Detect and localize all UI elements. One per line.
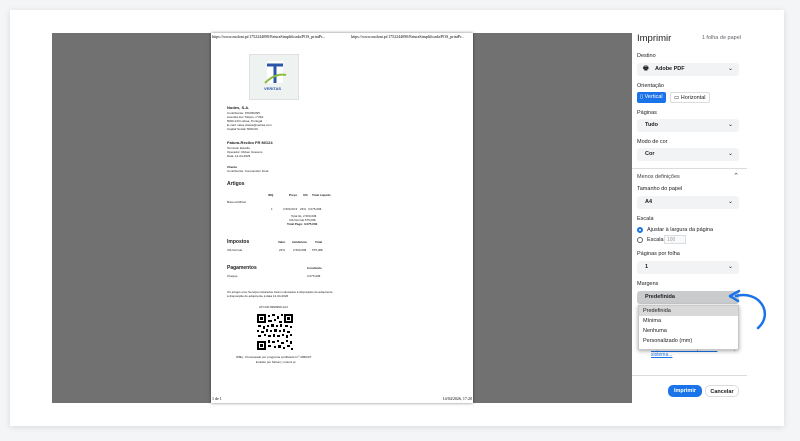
chevron-down-icon: ⌄ — [727, 122, 733, 128]
print-title: Imprimir — [637, 33, 672, 44]
pagamentos-title: Pagamentos — [227, 265, 257, 271]
sheet-count: 1 folha de papel — [701, 35, 741, 41]
escala-custom-label: Escala — [647, 237, 664, 243]
margens-select[interactable]: Predefinida ⌄ — [637, 291, 739, 304]
paginas-select[interactable]: Tudo ⌄ — [637, 119, 739, 132]
impostos-row-value: 2.500,00€ — [293, 248, 307, 252]
escala-input[interactable]: 100 — [664, 235, 686, 244]
tamanho-value: A4 — [645, 199, 653, 205]
margens-dropdown-list: Predefinida Mínima Nenhuma Personalizado… — [638, 305, 739, 350]
margens-option-minima[interactable]: Mínima — [639, 316, 738, 326]
artigos-header: Preço — [289, 193, 298, 197]
ppf-select[interactable]: 1 ⌄ — [637, 261, 739, 274]
margens-label: Margens — [637, 281, 659, 287]
chevron-down-icon: ⌄ — [727, 151, 733, 157]
escala-fit-label: Ajustar à largura da página — [647, 227, 714, 233]
margens-option-predefinida[interactable]: Predefinida — [639, 306, 738, 316]
printer-icon: 🖶 — [643, 66, 649, 72]
destino-select[interactable]: 🖶 Adobe PDF ⌄ — [637, 63, 739, 76]
artigos-header: IDQ — [268, 193, 274, 197]
qr-code — [256, 313, 294, 351]
margens-option-nenhuma[interactable]: Nenhuma — [639, 326, 738, 336]
impostos-title: Impostos — [227, 239, 250, 245]
page-header-url-right: https://www.moloni.pt/1752244090/FaturaS… — [351, 34, 465, 39]
issuer-line: Emitido por Moloni | moloni.pt — [256, 360, 296, 364]
artigo-value: 2.500,00 € — [283, 207, 298, 211]
horizontal-label: Horizontal — [680, 95, 706, 101]
escala-label: Escala — [637, 216, 654, 222]
tamanho-select[interactable]: A4 ⌄ — [637, 196, 739, 209]
chevron-down-icon: ⌄ — [727, 264, 733, 270]
certification-line: W8kj - Processado por programa certifica… — [236, 355, 312, 359]
impostos-header: Valor — [278, 240, 286, 244]
menos-definicoes-toggle[interactable]: Menos definições — [637, 174, 680, 180]
page-footer-date: 14/04/2026, 17:20 — [442, 396, 472, 401]
pagamento-row-name: Cheque — [227, 274, 238, 278]
artigo-value: 23% — [300, 207, 307, 211]
artigos-title: Artigos — [227, 181, 245, 187]
ppf-label: Páginas por folha — [637, 251, 680, 257]
impostos-row-name: IVA Normal — [227, 248, 242, 252]
portrait-page-icon: ▯ — [640, 94, 644, 100]
preview-page: https://www.moloni.pt/1752244090/FaturaS… — [211, 33, 473, 403]
invoice-line: Data: 14-04-2026 — [227, 154, 251, 158]
orientacao-label: Orientação — [637, 83, 664, 89]
impostos-header: Total — [315, 240, 322, 244]
artigos-header: IVA — [303, 193, 308, 197]
chevron-up-icon[interactable]: ⌃ — [733, 172, 739, 180]
orientation-horizontal-button[interactable]: ▭ Horizontal — [670, 92, 710, 103]
margens-value: Predefinida — [645, 294, 675, 300]
destino-label: Destino — [637, 53, 656, 59]
paginas-label: Páginas — [637, 110, 657, 116]
system-dialog-link-cont[interactable]: sistema... — [651, 352, 672, 358]
company-logo: VERITAS — [249, 54, 299, 100]
destino-value: Adobe PDF — [655, 66, 685, 72]
cor-value: Cor — [645, 151, 655, 157]
company-line: Capital Social: 5000,00 — [227, 127, 258, 131]
margens-option-personalizado[interactable]: Personalizado (mm) — [639, 336, 738, 346]
print-button[interactable]: Imprimir — [668, 385, 702, 397]
print-preview-area: https://www.moloni.pt/1752244090/FaturaS… — [52, 33, 632, 403]
chevron-down-icon: ⌄ — [727, 199, 733, 205]
cor-select[interactable]: Cor ⌄ — [637, 148, 739, 161]
orientation-vertical-button[interactable]: ▯ Vertical — [637, 92, 666, 103]
ppf-value: 1 — [645, 264, 649, 270]
artigos-header: Total Líquido — [312, 193, 331, 197]
pagamento-row-value: 3.075,00€ — [307, 274, 321, 278]
logo-text: VERITAS — [264, 86, 282, 91]
company-name: Nodes, S.A. — [227, 105, 250, 110]
tamanho-label: Tamanho do papel — [637, 186, 683, 192]
invoice-title: Fatura-Recibo FR M/124 — [227, 140, 273, 145]
impostos-row-value: 23% — [279, 248, 286, 252]
impostos-row-value: 575,00€ — [312, 248, 323, 252]
client-line: Contribuinte: Consumidor Final — [227, 169, 269, 173]
atcud-code: ATCUD:9999999-124 — [259, 305, 288, 309]
note-line: à disposição do adquirente à data 14-04-… — [227, 294, 289, 298]
artigo-value: 3.075,00€ — [308, 207, 322, 211]
paginas-value: Tudo — [645, 122, 659, 128]
escala-custom-radio[interactable] — [637, 237, 643, 243]
artigo-total: Total Pago: 3.075,00€ — [287, 222, 318, 226]
page-header-url-left: https://www.moloni.pt/1752244090/FaturaS… — [212, 34, 326, 39]
vertical-label: Vertical — [644, 94, 663, 100]
pagamentos-status: Concluído — [307, 266, 322, 270]
landscape-page-icon: ▭ — [674, 95, 680, 101]
cor-label: Modo de cor — [637, 139, 668, 145]
section-divider — [632, 375, 747, 376]
section-divider — [632, 168, 747, 169]
cancel-button[interactable]: Cancelar — [705, 385, 739, 397]
impostos-header: Incidência — [292, 240, 307, 244]
page-footer-count: 1 de 1 — [212, 396, 222, 401]
artigo-name: Bolso Artificial — [227, 200, 246, 204]
annotation-arrow-icon — [728, 289, 766, 330]
chevron-down-icon: ⌄ — [727, 66, 733, 72]
artigo-value: 1 — [271, 207, 273, 211]
escala-fit-radio[interactable] — [637, 227, 643, 233]
